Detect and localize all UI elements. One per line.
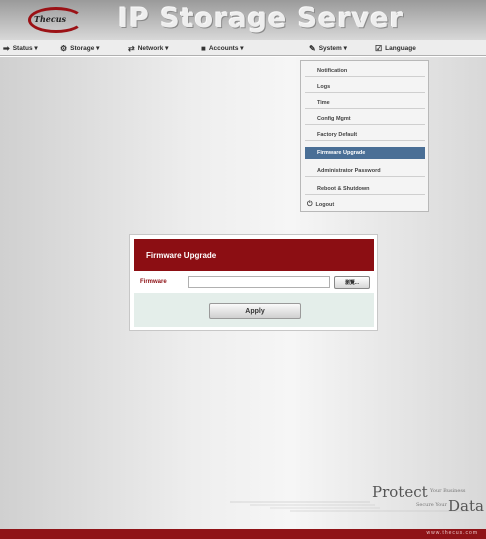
menu-accounts[interactable]: ■ Accounts ▾ [201,40,244,56]
firmware-upgrade-panel: Firmware Upgrade Firmware 瀏覽... Apply [129,234,378,331]
menu-network-label: Network ▾ [137,45,169,52]
logout-label: Logout [315,202,335,208]
menu-storage-label: Storage ▾ [70,45,100,52]
menu-item-notification[interactable]: Notification [305,65,425,77]
menu-system[interactable]: ✎ System ▾ [309,40,347,56]
menu-item-logout[interactable]: ⏻ Logout [307,201,334,209]
menu-item-time[interactable]: Time [305,97,425,109]
accounts-icon: ■ [201,43,206,53]
firmware-file-input[interactable] [188,276,330,288]
system-dropdown-menu: Notification Logs Time Config Mgmt Facto… [300,60,429,212]
language-icon: ☑ [375,43,383,53]
logo-brand-text: Thecus [34,14,67,24]
footer-url[interactable]: www.thecus.com [426,530,478,536]
app-title: IP Storage Server [118,3,405,34]
menu-language[interactable]: ☑ Language [375,40,416,56]
slogan-secure-your: Secure Your [416,502,447,508]
slogan-data: Data [448,497,484,515]
slogan-logo: Protect Your Business Secure Your Data [372,483,484,519]
menu-item-firmware-upgrade[interactable]: Firmware Upgrade [305,147,425,159]
logout-icon: ⏻ [307,201,313,208]
panel-title: Firmware Upgrade [134,239,374,271]
menu-item-reboot-shutdown[interactable]: Reboot & Shutdown [305,183,425,195]
browse-button[interactable]: 瀏覽... [334,276,370,289]
menu-item-config-mgmt[interactable]: Config Mgmt [305,113,425,125]
slogan-protect: Protect [372,483,428,501]
firmware-field-label: Firmware [140,279,167,285]
menu-status-label: Status ▾ [12,45,38,52]
thecus-logo: Thecus [26,6,86,34]
menu-language-label: Language [385,44,416,52]
menu-storage[interactable]: ⚙ Storage ▾ [60,40,99,56]
apply-button[interactable]: Apply [209,303,301,319]
storage-icon: ⚙ [60,43,68,53]
header-bar: Thecus IP Storage Server [0,0,486,40]
status-icon: ➡ [3,43,10,53]
menu-status[interactable]: ➡ Status ▾ [3,40,38,56]
menu-system-label: System ▾ [318,45,347,52]
menu-item-logs[interactable]: Logs [305,81,425,93]
network-icon: ⇄ [128,43,135,53]
footer-bar: www.thecus.com [0,529,486,539]
menu-item-factory-default[interactable]: Factory Default [305,129,425,141]
slogan-your-business: Your Business [430,488,466,494]
menu-accounts-label: Accounts ▾ [208,45,244,52]
system-icon: ✎ [309,43,316,53]
menu-item-administrator-password[interactable]: Administrator Password [305,165,425,177]
main-menubar: ➡ Status ▾ ⚙ Storage ▾ ⇄ Network ▾ ■ Acc… [0,40,486,56]
panel-footer: Apply [134,293,374,327]
menu-network[interactable]: ⇄ Network ▾ [128,40,168,56]
